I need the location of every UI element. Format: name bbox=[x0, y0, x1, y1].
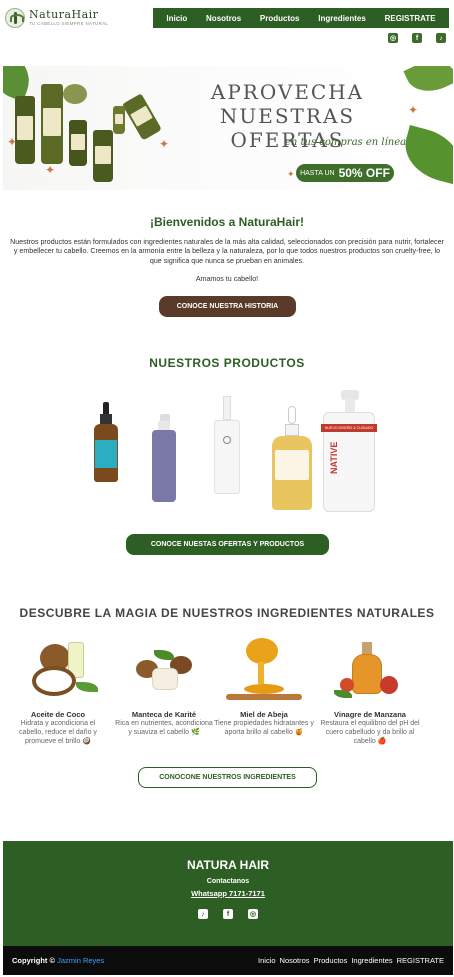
logo[interactable]: NaturaHair TU CABELLO SIEMPRE NATURAL bbox=[5, 8, 108, 28]
banner-title-line1: APROVECHA bbox=[210, 80, 365, 104]
bottom-nav: Inicio Nosotros Productos Ingredientes R… bbox=[258, 956, 444, 965]
product-white-bottle[interactable] bbox=[213, 396, 241, 496]
footer-contact-label: Contactanos bbox=[206, 878, 250, 885]
social-links-footer: ♪ f ◎ bbox=[198, 909, 258, 919]
ingredient-vinegar: Vinagre de Manzana Restaura el equilibri… bbox=[320, 638, 420, 747]
bottom-nav-ingredientes[interactable]: Ingredientes bbox=[351, 956, 392, 965]
honey-image bbox=[224, 638, 304, 702]
logo-tagline: TU CABELLO SIEMPRE NATURAL bbox=[29, 21, 109, 26]
offers-banner[interactable]: ✦ ✦ ✦ ✦ ✦ APROVECHA NUESTRAS OFERTAS en … bbox=[3, 66, 453, 190]
tree-icon bbox=[5, 8, 25, 28]
offers-products-button[interactable]: CONOCE NUESTAS OFERTAS Y PRODUCTOS bbox=[126, 534, 329, 555]
ingredient-name: Miel de Abeja bbox=[240, 710, 288, 719]
product-bottle bbox=[15, 96, 35, 164]
vinegar-image bbox=[330, 638, 410, 702]
ingredient-honey: Miel de Abeja Tiene propiedades hidratan… bbox=[214, 638, 314, 737]
discount-badge: HASTA UN 50% OFF bbox=[296, 164, 394, 182]
welcome-text: Nuestros productos están formulados con … bbox=[10, 238, 444, 265]
copyright: Copyright © Jazmin Reyes bbox=[12, 956, 104, 965]
love-text: Amamos tu cabello! bbox=[195, 275, 259, 283]
product-bottle bbox=[93, 130, 113, 182]
native-banner: NUEVO DISEÑO & CUIDADO bbox=[321, 424, 377, 432]
instagram-icon[interactable]: ◎ bbox=[388, 33, 398, 43]
sparkle-icon: ✦ bbox=[408, 103, 419, 117]
ingredient-shea: Manteca de Karité Rica en nutrientes, ac… bbox=[114, 638, 214, 737]
leaf-icon bbox=[403, 66, 453, 101]
native-label: NATIVE bbox=[329, 441, 339, 474]
tiktok-icon[interactable]: ♪ bbox=[436, 33, 446, 43]
sparkle-icon: ✦ bbox=[287, 169, 295, 179]
nav-nosotros[interactable]: Nosotros bbox=[206, 14, 241, 23]
ingredient-name: Vinagre de Manzana bbox=[334, 710, 406, 719]
ingredient-desc: Hidrata y acondiciona el cabello, reduce… bbox=[19, 720, 97, 746]
ingredient-name: Manteca de Karité bbox=[131, 710, 197, 719]
olives bbox=[63, 84, 87, 104]
history-button[interactable]: CONOCE NUESTRA HISTORIA bbox=[159, 296, 296, 317]
coconut-image bbox=[18, 638, 98, 702]
footer-title: NATURA HAIR bbox=[187, 858, 269, 872]
footer: NATURA HAIR Contactanos Whatsapp 7171-71… bbox=[3, 841, 453, 946]
product-native-shampoo[interactable]: NUEVO DISEÑO & CUIDADO NATIVE bbox=[321, 390, 377, 512]
sparkle-icon: ✦ bbox=[7, 135, 18, 149]
ingredients-title: DESCUBRE LA MAGIA DE NUESTROS INGREDIENT… bbox=[19, 606, 435, 620]
instagram-icon[interactable]: ◎ bbox=[248, 909, 258, 919]
tiktok-icon[interactable]: ♪ bbox=[198, 909, 208, 919]
facebook-icon[interactable]: f bbox=[223, 909, 233, 919]
ingredient-coconut: Aceite de Coco Hidrata y acondiciona el … bbox=[8, 638, 108, 747]
page: NaturaHair TU CABELLO SIEMPRE NATURAL In… bbox=[0, 0, 454, 977]
leaf-icon bbox=[398, 125, 453, 185]
ingredient-desc: Restaura el equilibrio del pH del cuero … bbox=[320, 720, 420, 746]
product-dropper-gold[interactable] bbox=[270, 406, 314, 510]
product-bottle bbox=[69, 120, 87, 166]
sparkle-icon: ✦ bbox=[45, 163, 56, 177]
nav-inicio[interactable]: Inicio bbox=[166, 14, 187, 23]
author-link[interactable]: Jazmin Reyes bbox=[57, 956, 104, 965]
discount-prefix: HASTA UN bbox=[300, 169, 335, 177]
social-links-top: ◎ f ♪ bbox=[388, 33, 446, 43]
top-nav: Inicio Nosotros Productos Ingredientes R… bbox=[153, 8, 449, 28]
product-spray-lavender[interactable] bbox=[151, 414, 177, 502]
nav-registrate[interactable]: REGISTRATE bbox=[385, 14, 436, 23]
shea-image bbox=[124, 638, 204, 702]
ingredient-desc: Tiene propiedades hidratantes y aporta b… bbox=[214, 720, 314, 737]
bottom-nav-productos[interactable]: Productos bbox=[314, 956, 348, 965]
product-bottle bbox=[113, 106, 125, 134]
nav-ingredientes[interactable]: Ingredientes bbox=[318, 14, 366, 23]
facebook-icon[interactable]: f bbox=[412, 33, 422, 43]
welcome-title: ¡Bienvenidos a NaturaHair! bbox=[149, 215, 305, 229]
bottom-nav-registrate[interactable]: REGISTRATE bbox=[397, 956, 444, 965]
ingredients-button[interactable]: CONOCONE NUESTROS INGREDIENTES bbox=[138, 767, 317, 788]
banner-subtitle: en tus compras en línea bbox=[285, 137, 407, 148]
copyright-text: Copyright © bbox=[12, 956, 56, 965]
ingredient-name: Aceite de Coco bbox=[30, 710, 86, 719]
bottom-bar: Copyright © Jazmin Reyes Inicio Nosotros… bbox=[3, 946, 453, 975]
product-bottle bbox=[41, 84, 63, 164]
bottom-nav-nosotros[interactable]: Nosotros bbox=[280, 956, 310, 965]
bottom-nav-inicio[interactable]: Inicio bbox=[258, 956, 276, 965]
sparkle-icon: ✦ bbox=[159, 137, 170, 151]
logo-name: NaturaHair bbox=[29, 8, 99, 21]
ingredient-desc: Rica en nutrientes, acondiciona y suaviz… bbox=[115, 720, 213, 737]
products-title: NUESTROS PRODUCTOS bbox=[149, 356, 305, 370]
discount-amount: 50% OFF bbox=[338, 166, 390, 180]
product-bottle bbox=[121, 93, 163, 141]
nav-productos[interactable]: Productos bbox=[260, 14, 300, 23]
whatsapp-link[interactable]: Whatsapp 7171-7171 bbox=[3, 889, 453, 898]
product-dropper-teal[interactable] bbox=[92, 402, 120, 484]
